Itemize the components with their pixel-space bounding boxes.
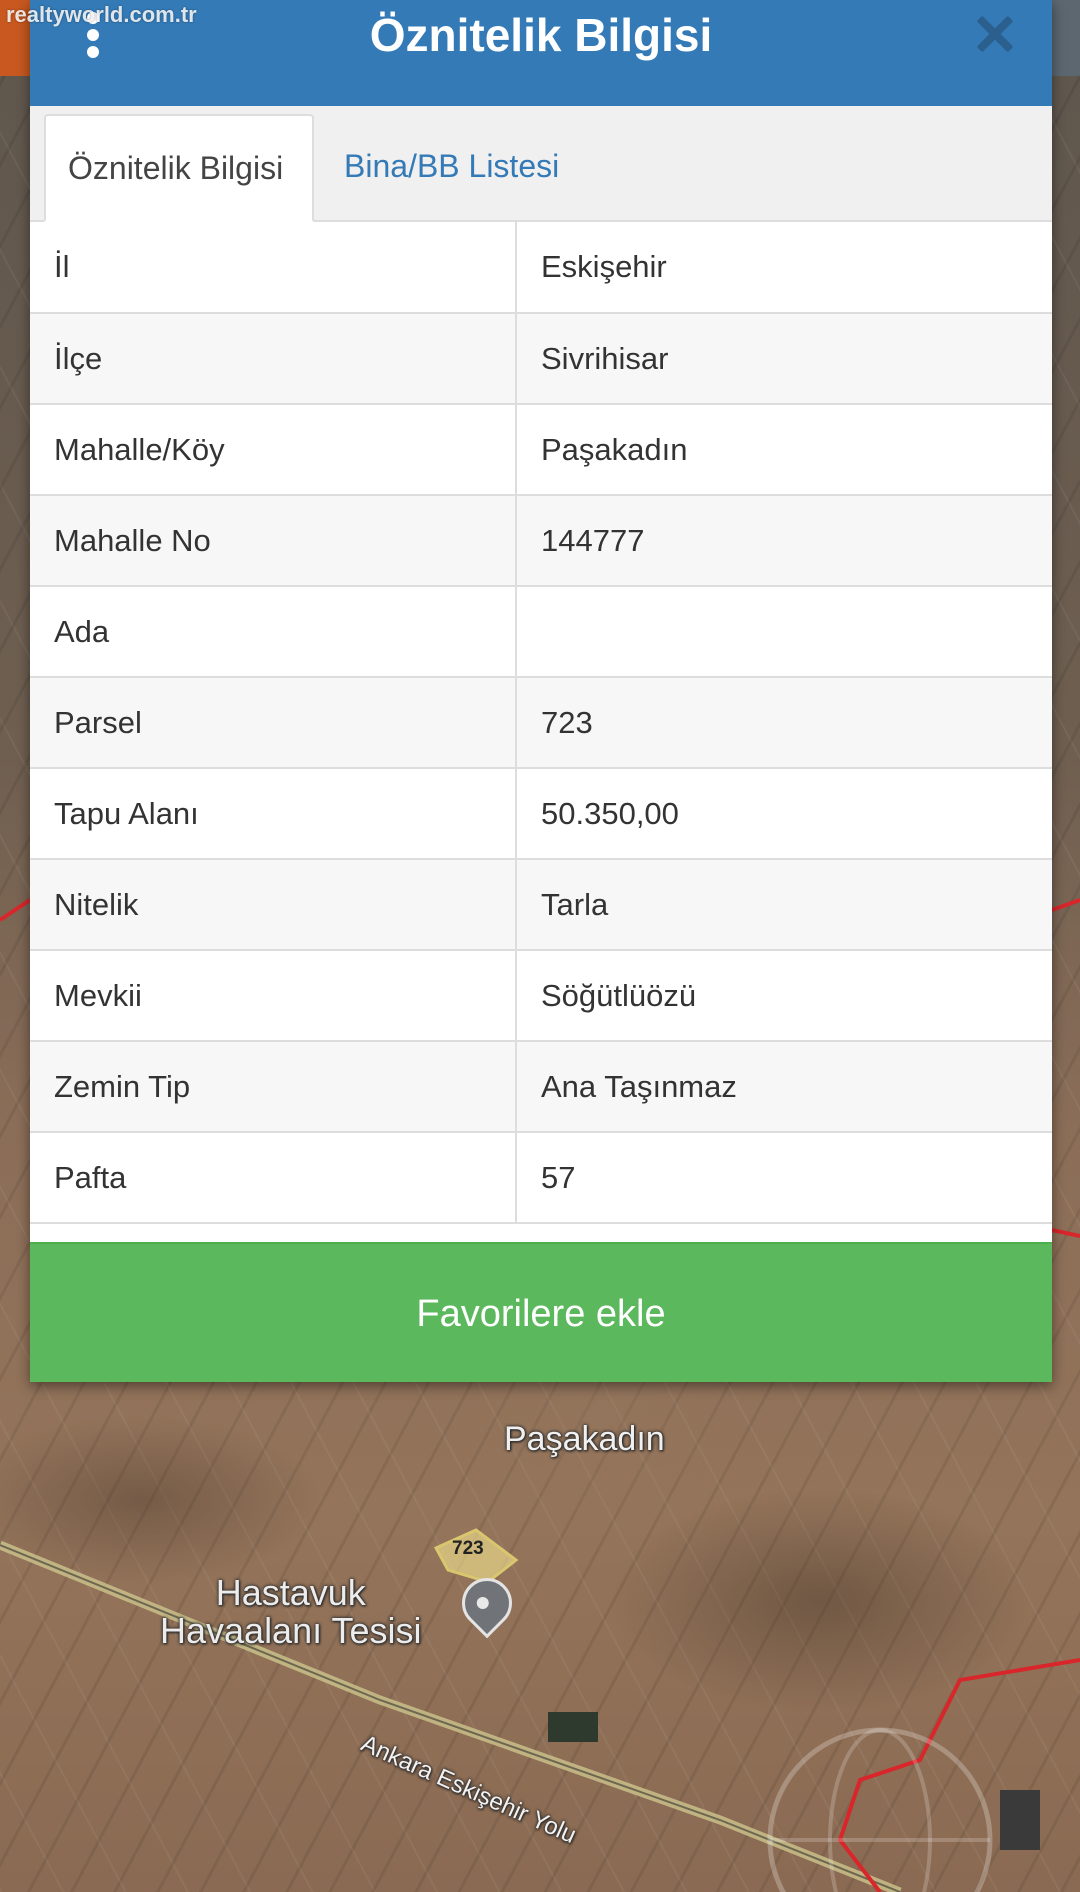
close-icon[interactable] — [974, 14, 1014, 54]
row-value: 50.350,00 — [516, 768, 1052, 860]
site-watermark: realtyworld.com.tr — [6, 2, 197, 27]
row-key: Mevkii — [30, 950, 517, 1042]
attribute-dialog: Öznitelik Bilgisi Öznitelik Bilgisi Bina… — [30, 0, 1052, 1382]
row-key: Pafta — [30, 1132, 517, 1224]
row-value: Paşakadın — [516, 404, 1052, 496]
row-value: Söğütlüözü — [516, 950, 1052, 1042]
facility-map-label: Hastavuk Havaalanı Tesisi — [160, 1574, 421, 1650]
row-value: Sivrihisar — [516, 313, 1052, 405]
add-to-favorites-button[interactable]: Favorilere ekle — [30, 1242, 1052, 1382]
row-value: Eskişehir — [516, 222, 1052, 314]
boundary-line-mid — [1051, 898, 1080, 912]
table-row: Pafta 57 — [30, 1132, 1052, 1224]
row-key: Tapu Alanı — [30, 768, 517, 860]
boundary-line-left — [0, 898, 32, 922]
row-key: Parsel — [30, 677, 517, 769]
facility-label-line1: Hastavuk — [215, 1572, 366, 1613]
facility-label-line2: Havaalanı Tesisi — [160, 1610, 422, 1651]
table-row: Zemin Tip Ana Taşınmaz — [30, 1041, 1052, 1133]
boundary-line — [837, 1658, 1080, 1892]
row-value: 723 — [516, 677, 1052, 769]
row-value: 144777 — [516, 495, 1052, 587]
table-row: İl Eskişehir — [30, 222, 1052, 314]
table-row: Ada — [30, 586, 1052, 678]
row-key: Mahalle/Köy — [30, 404, 517, 496]
village-map-label: Paşakadın — [504, 1420, 665, 1458]
tab-bar: Öznitelik Bilgisi Bina/BB Listesi — [30, 106, 1052, 222]
table-row: Tapu Alanı 50.350,00 — [30, 768, 1052, 860]
row-key: Mahalle No — [30, 495, 517, 587]
building-patch — [548, 1712, 598, 1742]
boundary-line-top — [1051, 1228, 1080, 1238]
globe-watermark — [767, 1727, 993, 1892]
row-key: Ada — [30, 586, 517, 678]
row-value: 57 — [516, 1132, 1052, 1224]
table-row: Mahalle/Köy Paşakadın — [30, 404, 1052, 496]
parcel-map-label: 723 — [452, 1538, 484, 1559]
background-toolbar-edge-right — [1052, 0, 1080, 76]
table-row: Parsel 723 — [30, 677, 1052, 769]
row-key: Nitelik — [30, 859, 517, 951]
row-key: İlçe — [30, 313, 517, 405]
tab-attribute-info[interactable]: Öznitelik Bilgisi — [44, 114, 314, 222]
attribute-table: İl Eskişehir İlçe Sivrihisar Mahalle/Köy… — [30, 222, 1052, 1224]
row-key: Zemin Tip — [30, 1041, 517, 1133]
table-row: İlçe Sivrihisar — [30, 313, 1052, 405]
table-row: Mahalle No 144777 — [30, 495, 1052, 587]
table-row: Nitelik Tarla — [30, 859, 1052, 951]
row-value — [516, 586, 1052, 678]
table-row: Mevkii Söğütlüözü — [30, 950, 1052, 1042]
row-value: Ana Taşınmaz — [516, 1041, 1052, 1133]
road-line — [0, 1540, 902, 1892]
building-patch — [1000, 1790, 1040, 1850]
tab-building-list[interactable]: Bina/BB Listesi — [322, 114, 581, 220]
row-value: Tarla — [516, 859, 1052, 951]
row-key: İl — [30, 222, 517, 314]
